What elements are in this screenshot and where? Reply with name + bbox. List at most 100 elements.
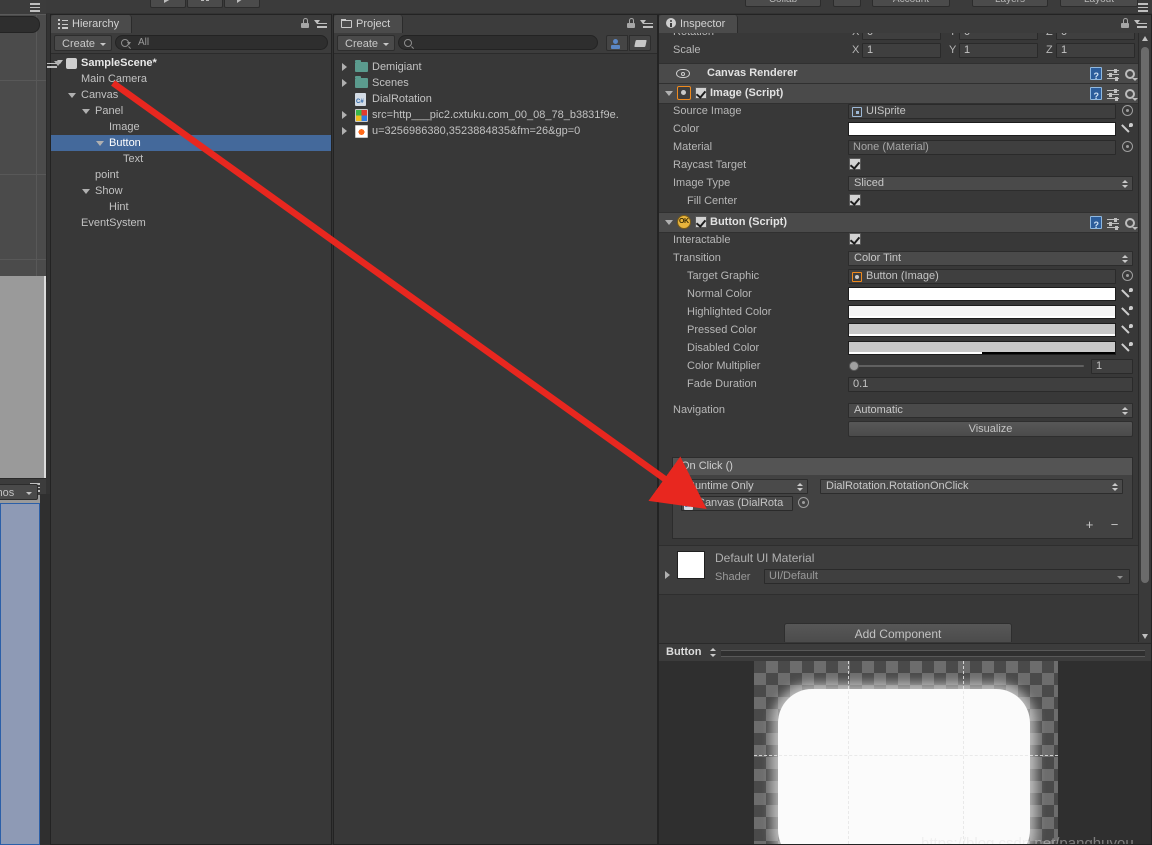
tab-inspector[interactable]: Inspector — [659, 15, 739, 33]
scene-menu-icon[interactable] — [27, 2, 40, 12]
chevron-right-icon[interactable] — [342, 127, 347, 135]
scale-y-field[interactable]: 1 — [959, 43, 1038, 58]
hierarchy-item-panel[interactable]: Panel — [51, 103, 331, 119]
hierarchy-item-button[interactable]: Button — [51, 135, 331, 151]
tab-hierarchy[interactable]: Hierarchy — [51, 15, 133, 33]
hierarchy-search-input[interactable]: All — [115, 35, 328, 50]
scene-search-partial[interactable] — [0, 16, 40, 33]
image-enabled-checkbox[interactable] — [695, 87, 707, 99]
material-picker-icon[interactable] — [1122, 141, 1133, 152]
color-multiplier-field[interactable]: 1 — [1091, 359, 1133, 374]
material-fold-arrow-icon[interactable] — [665, 571, 670, 579]
chevron-down-icon[interactable] — [96, 141, 104, 146]
chevron-right-icon[interactable] — [342, 63, 347, 71]
color-multiplier-slider-knob[interactable] — [849, 361, 859, 371]
account-button[interactable]: Account — [872, 0, 950, 7]
project-menu-icon[interactable] — [640, 18, 653, 28]
hierarchy-item-text[interactable]: Text — [51, 151, 331, 167]
pause-button[interactable] — [187, 0, 223, 8]
on-click-function-dropdown[interactable]: DialRotation.RotationOnClick — [820, 479, 1123, 494]
chevron-right-icon[interactable] — [342, 79, 347, 87]
help-icon[interactable] — [1090, 67, 1102, 86]
chevron-right-icon[interactable] — [342, 111, 347, 119]
hierarchy-item-show[interactable]: Show — [51, 183, 331, 199]
navigation-dropdown[interactable]: Automatic — [848, 403, 1133, 418]
target-graphic-picker-icon[interactable] — [1122, 270, 1133, 281]
gear-icon[interactable] — [1124, 88, 1138, 101]
gizmos-dropdown[interactable]: zmos — [0, 484, 38, 500]
lock-icon[interactable] — [301, 18, 309, 28]
on-click-object-field[interactable]: C# Canvas (DialRota — [681, 496, 793, 511]
preset-icon[interactable] — [1107, 217, 1119, 230]
source-image-picker-icon[interactable] — [1122, 105, 1133, 116]
transition-dropdown[interactable]: Color Tint — [848, 251, 1133, 266]
scale-x-field[interactable]: 1 — [862, 43, 941, 58]
hierarchy-item-canvas[interactable]: Canvas — [51, 87, 331, 103]
hierarchy-menu-icon[interactable] — [314, 18, 327, 28]
fade-duration-field[interactable]: 0.1 — [848, 377, 1133, 392]
eyedropper-icon[interactable] — [1120, 287, 1134, 301]
image-material-field[interactable]: None (Material) — [848, 140, 1116, 155]
scroll-up-arrow-icon[interactable] — [1141, 36, 1148, 41]
raycast-target-checkbox[interactable] — [849, 158, 861, 170]
layout-button[interactable]: Layout — [1060, 0, 1138, 7]
component-header-button-script[interactable]: OK Button (Script) — [659, 212, 1141, 235]
on-click-mode-dropdown[interactable]: Runtime Only — [681, 479, 808, 494]
visualize-button[interactable]: Visualize — [848, 421, 1133, 437]
hierarchy-scene-root[interactable]: SampleScene* — [47, 55, 331, 71]
layers-button[interactable]: Layers — [972, 0, 1048, 7]
rotation-y-field[interactable]: 0 — [959, 33, 1038, 40]
eyedropper-icon[interactable] — [1120, 305, 1134, 319]
hierarchy-create-button[interactable]: Create — [54, 35, 112, 51]
chevron-down-icon[interactable] — [82, 109, 90, 114]
chevron-down-icon[interactable] — [82, 189, 90, 194]
gear-icon[interactable] — [1124, 217, 1138, 230]
target-graphic-field[interactable]: Button (Image) — [848, 269, 1116, 284]
inspector-scrollbar-thumb[interactable] — [1141, 47, 1149, 583]
preview-collapse-icon[interactable] — [709, 647, 716, 659]
gear-icon[interactable] — [1124, 68, 1138, 81]
hierarchy-item-hint[interactable]: Hint — [51, 199, 331, 215]
image-type-dropdown[interactable]: Sliced — [848, 176, 1133, 191]
button-fold-arrow-icon[interactable] — [665, 220, 673, 225]
scale-z-field[interactable]: 1 — [1056, 43, 1135, 58]
component-header-image-script[interactable]: Image (Script) — [659, 83, 1141, 106]
step-button[interactable] — [224, 0, 260, 8]
project-item-demigiant[interactable]: Demigiant — [334, 59, 657, 75]
rotation-z-field[interactable]: 0 — [1056, 33, 1135, 40]
interactable-checkbox[interactable] — [849, 233, 861, 245]
collab-button[interactable]: Collab — [745, 0, 821, 7]
image-fold-arrow-icon[interactable] — [665, 91, 673, 96]
project-search-input[interactable] — [398, 35, 598, 50]
lock-icon[interactable] — [627, 18, 635, 28]
tab-project[interactable]: Project — [334, 15, 404, 33]
eyedropper-icon[interactable] — [1120, 341, 1134, 355]
cloud-button[interactable] — [833, 0, 861, 7]
preview-drag-handle[interactable] — [721, 650, 1145, 657]
button-enabled-checkbox[interactable] — [695, 216, 707, 228]
hierarchy-item-eventsystem[interactable]: EventSystem — [51, 215, 331, 231]
inspector-menu-icon[interactable] — [1134, 18, 1147, 28]
on-click-object-picker-icon[interactable] — [798, 497, 809, 508]
project-filter-by-label-button[interactable] — [629, 35, 651, 51]
fill-center-checkbox[interactable] — [849, 194, 861, 206]
inspector-scrollbar[interactable] — [1138, 33, 1151, 642]
project-create-button[interactable]: Create — [337, 35, 395, 51]
component-header-canvas-renderer[interactable]: Canvas Renderer — [659, 63, 1141, 86]
image-color-swatch[interactable] — [848, 122, 1116, 136]
hierarchy-item-image[interactable]: Image — [51, 119, 331, 135]
eyedropper-icon[interactable] — [1120, 122, 1134, 136]
play-button[interactable] — [150, 0, 186, 8]
project-item-scenes[interactable]: Scenes — [334, 75, 657, 91]
add-component-button[interactable]: Add Component — [784, 623, 1012, 642]
project-item-dialrotation[interactable]: C# DialRotation — [334, 91, 657, 107]
on-click-add-button[interactable]: + — [1083, 518, 1096, 532]
project-filter-by-type-button[interactable] — [606, 35, 628, 51]
shader-dropdown[interactable]: UI/Default — [764, 569, 1130, 584]
top-hamburger-icon[interactable] — [1135, 2, 1148, 12]
help-icon[interactable] — [1090, 216, 1102, 235]
color-multiplier-slider-track[interactable] — [851, 365, 1084, 367]
preset-icon[interactable] — [1107, 88, 1119, 101]
project-item-src-http-pic2-cxtuku-com-00-[interactable]: src=http___pic2.cxtuku.com_00_08_78_b383… — [334, 107, 657, 123]
source-image-field[interactable]: UISprite — [848, 104, 1116, 119]
